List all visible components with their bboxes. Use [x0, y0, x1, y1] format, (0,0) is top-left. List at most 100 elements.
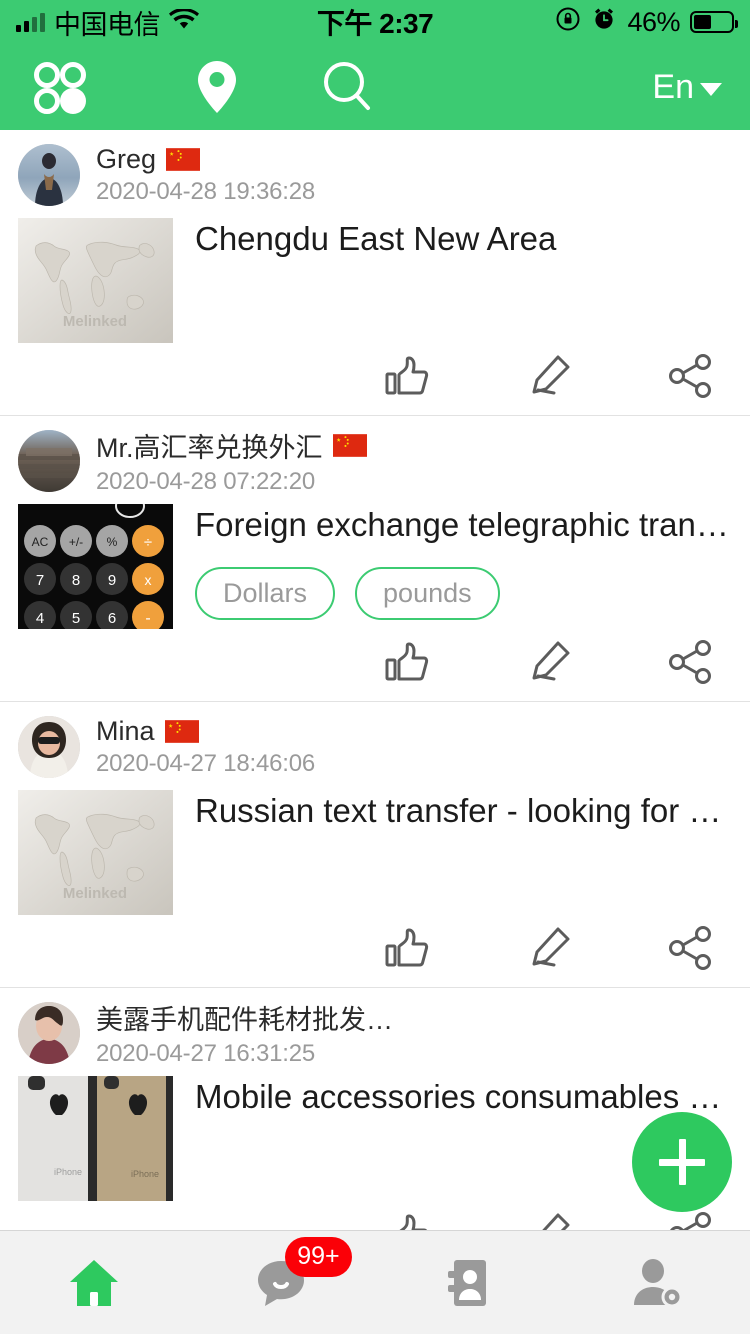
tab-messages[interactable]: 99+ [188, 1231, 376, 1334]
tab-home[interactable] [0, 1231, 188, 1334]
post-timestamp: 2020-04-28 19:36:28 [96, 178, 316, 205]
share-icon[interactable] [668, 1211, 714, 1230]
post-actions [0, 915, 750, 987]
svg-text:%: % [107, 535, 118, 549]
tab-profile[interactable] [563, 1231, 750, 1334]
svg-text:Melinked: Melinked [63, 885, 127, 902]
post-thumbnail[interactable]: Melinked [18, 790, 173, 915]
avatar[interactable] [18, 1002, 80, 1064]
like-icon[interactable] [384, 1211, 430, 1230]
post-author-name: Greg [96, 144, 157, 174]
post-author-name: 美露手机配件耗材批发… [96, 1005, 393, 1035]
location-pin-icon[interactable] [152, 44, 282, 130]
post-thumbnail[interactable]: iPhone iPhone [18, 1076, 173, 1201]
post-meta: Mina 2020-04-27 18:46:06 [96, 716, 315, 778]
post-item[interactable]: Mina 2020-04-27 18:46:06 Melinked Russia… [0, 702, 750, 988]
svg-text:iPhone: iPhone [131, 1169, 159, 1179]
post-title[interactable]: Mobile accessories consumables w... [195, 1076, 730, 1117]
edit-icon[interactable] [526, 1211, 572, 1230]
svg-text:4: 4 [36, 610, 44, 627]
share-icon[interactable] [668, 353, 714, 399]
grid-dots-icon[interactable] [22, 44, 152, 130]
avatar[interactable] [18, 716, 80, 778]
post-feed[interactable]: Greg 2020-04-28 19:36:28 Melinked Chengd… [0, 130, 750, 1230]
like-icon[interactable] [384, 353, 430, 399]
post-timestamp: 2020-04-28 07:22:20 [96, 468, 316, 495]
post-header: Greg 2020-04-28 19:36:28 [0, 144, 750, 206]
search-icon[interactable] [282, 44, 412, 130]
post-timestamp: 2020-04-27 16:31:25 [96, 1040, 316, 1067]
post-author-row: Greg [96, 144, 315, 175]
post-main: Russian text transfer - looking for a... [173, 790, 730, 915]
chevron-down-icon [700, 82, 722, 96]
alarm-icon [591, 6, 617, 39]
status-bar-right: 46% [433, 6, 739, 39]
avatar[interactable] [18, 144, 80, 206]
share-icon[interactable] [668, 639, 714, 685]
post-header: 美露手机配件耗材批发… 2020-04-27 16:31:25 [0, 1002, 750, 1067]
plus-icon-vertical [678, 1139, 686, 1185]
cn-flag-icon [164, 720, 199, 743]
contact-card-icon [447, 1259, 486, 1306]
svg-text:AC: AC [32, 535, 49, 549]
status-bar: 中国电信 下午 2:37 46% [0, 0, 750, 44]
avatar[interactable] [18, 430, 80, 492]
like-icon[interactable] [384, 925, 430, 971]
signal-icon [16, 12, 45, 32]
svg-text:7: 7 [36, 572, 44, 589]
status-bar-time: 下午 2:37 [316, 8, 434, 39]
edit-icon[interactable] [526, 639, 572, 685]
cn-flag-icon [332, 434, 367, 457]
svg-text:-: - [145, 610, 150, 627]
edit-icon[interactable] [526, 353, 572, 399]
status-bar-left: 中国电信 [16, 3, 317, 42]
post-actions [0, 1201, 750, 1230]
user-settings-icon [634, 1258, 683, 1307]
post-item[interactable]: Mr.高汇率兑换外汇 2020-04-28 07:22:20 AC +/- % … [0, 416, 750, 702]
post-thumbnail[interactable]: AC +/- % ÷ 7 8 9 x 4 5 6 - [18, 504, 173, 629]
svg-text:8: 8 [72, 572, 80, 589]
post-author-name: Mr.高汇率兑换外汇 [96, 433, 323, 463]
svg-text:5: 5 [72, 610, 80, 627]
like-icon[interactable] [384, 639, 430, 685]
post-meta: Greg 2020-04-28 19:36:28 [96, 144, 315, 206]
post-header: Mr.高汇率兑换外汇 2020-04-28 07:22:20 [0, 430, 750, 495]
app-header: En [0, 44, 750, 130]
wifi-icon [169, 7, 199, 38]
post-item[interactable]: Greg 2020-04-28 19:36:28 Melinked Chengd… [0, 130, 750, 416]
tag-chip[interactable]: pounds [355, 567, 500, 621]
tab-contacts[interactable] [375, 1231, 563, 1334]
edit-icon[interactable] [526, 925, 572, 971]
post-main: Chengdu East New Area [173, 218, 730, 343]
post-author-row: 美露手机配件耗材批发… [96, 998, 393, 1037]
language-label: En [652, 67, 694, 106]
post-actions [0, 629, 750, 701]
post-item[interactable]: 美露手机配件耗材批发… 2020-04-27 16:31:25 iPhone i… [0, 988, 750, 1230]
post-title[interactable]: Russian text transfer - looking for a... [195, 790, 730, 831]
post-thumbnail[interactable]: Melinked [18, 218, 173, 343]
rotation-lock-icon [555, 6, 581, 39]
cn-flag-icon [166, 148, 201, 171]
post-actions [0, 343, 750, 415]
carrier-label: 中国电信 [54, 9, 161, 40]
tag-chip[interactable]: Dollars [195, 567, 336, 621]
add-post-button[interactable] [632, 1112, 732, 1212]
language-selector[interactable]: En [652, 68, 728, 107]
svg-text:+/-: +/- [69, 535, 83, 549]
battery-icon [690, 11, 739, 33]
svg-text:Melinked: Melinked [63, 313, 127, 330]
post-meta: Mr.高汇率兑换外汇 2020-04-28 07:22:20 [96, 426, 367, 496]
svg-text:6: 6 [108, 610, 116, 627]
battery-percent-label: 46% [627, 6, 681, 37]
post-body: Melinked Chengdu East New Area [0, 206, 750, 343]
bottom-navigation: 99+ [0, 1230, 750, 1334]
svg-text:iPhone: iPhone [54, 1167, 82, 1177]
svg-text:÷: ÷ [144, 534, 152, 551]
share-icon[interactable] [668, 925, 714, 971]
post-main: Foreign exchange telegraphic trans... Do… [173, 504, 730, 629]
post-meta: 美露手机配件耗材批发… 2020-04-27 16:31:25 [96, 998, 393, 1068]
post-title[interactable]: Foreign exchange telegraphic trans... [195, 504, 730, 545]
post-title[interactable]: Chengdu East New Area [195, 218, 730, 259]
post-tags: Dollars pounds [195, 567, 730, 621]
home-icon [69, 1259, 118, 1306]
